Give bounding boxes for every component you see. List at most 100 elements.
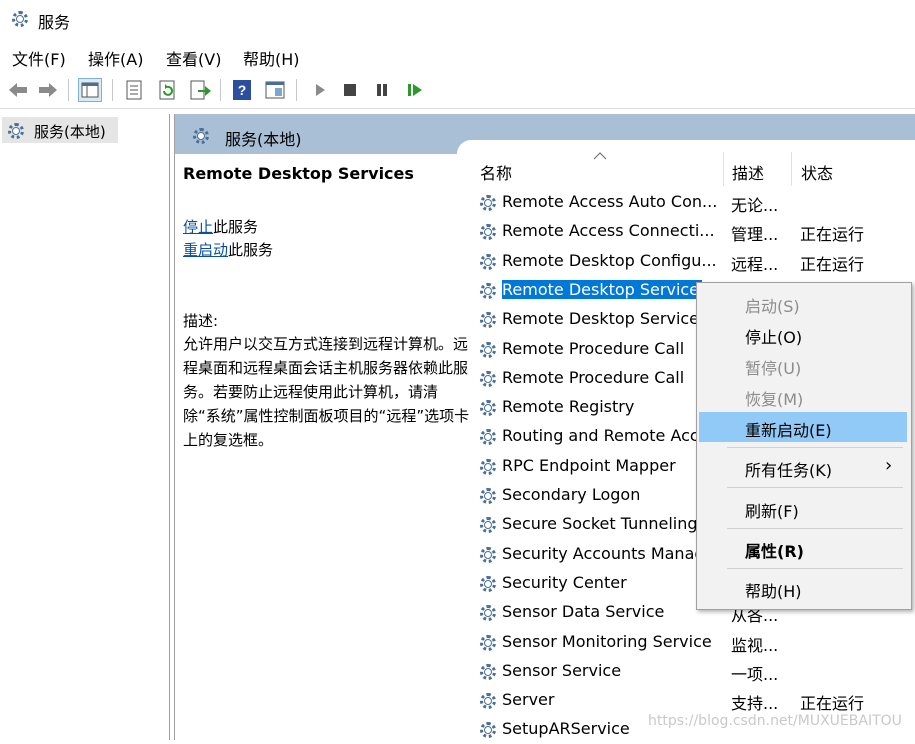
service-gear-icon	[478, 486, 496, 504]
service-row[interactable]: Sensor Monitoring Service 监视...	[474, 629, 915, 657]
help-icon[interactable]: ?	[230, 78, 254, 102]
service-name: Secure Socket Tunneling	[502, 514, 698, 533]
service-name: Remote Procedure Call	[502, 339, 685, 358]
service-gear-icon	[478, 252, 496, 270]
start-icon[interactable]	[308, 78, 332, 102]
service-name: Secondary Logon	[502, 485, 641, 504]
tree-item-services-local[interactable]: 服务(本地)	[2, 117, 118, 143]
menu-view[interactable]: 查看(V)	[166, 46, 221, 70]
properties-icon[interactable]	[122, 78, 146, 102]
menu-item-properties[interactable]: 属性(R)	[699, 533, 907, 563]
service-name: Security Center	[502, 573, 627, 592]
menu-item-label: 帮助(H)	[745, 582, 802, 601]
service-gear-icon	[478, 281, 496, 299]
column-header-name[interactable]: 名称	[480, 160, 512, 184]
service-gear-icon	[478, 340, 496, 358]
service-name: RPC Endpoint Mapper	[502, 456, 676, 475]
menu-item-label: 停止(O)	[745, 328, 803, 347]
back-icon[interactable]	[6, 78, 30, 102]
service-name: Remote Procedure Call	[502, 368, 685, 387]
menu-item-pause[interactable]: 暂停(U)	[699, 350, 907, 380]
column-header-description[interactable]: 描述	[732, 160, 764, 184]
window-title: 服务	[38, 13, 71, 32]
service-gear-icon	[478, 633, 496, 651]
service-gear-icon	[478, 310, 496, 328]
service-name: Remote Desktop Configu...	[502, 251, 717, 270]
menu-item-label: 所有任务(K)	[745, 461, 832, 480]
service-name: Sensor Service	[502, 661, 622, 680]
service-gear-icon	[478, 545, 496, 563]
menu-action[interactable]: 操作(A)	[88, 46, 143, 70]
service-status: 正在运行	[800, 255, 865, 274]
services-gear-icon	[10, 9, 28, 27]
restart-link[interactable]: 重启动	[183, 241, 228, 259]
restart-service-action: 重启动此服务	[183, 239, 273, 260]
restart-icon[interactable]	[403, 78, 427, 102]
service-gear-icon	[478, 427, 496, 445]
service-gear-icon	[478, 457, 496, 475]
service-description: 远程...	[731, 255, 779, 274]
menu-item-label: 恢复(M)	[745, 390, 804, 409]
menu-item-label: 重新启动(E)	[745, 421, 832, 440]
description-label: 描述:	[183, 312, 219, 330]
service-gear-icon	[478, 398, 496, 416]
service-description: 支持...	[731, 694, 779, 713]
menu-item-resume[interactable]: 恢复(M)	[699, 381, 907, 411]
menu-file[interactable]: 文件(F)	[12, 46, 66, 70]
submenu-arrow-icon: ›	[885, 455, 893, 476]
console-tree: 服务(本地)	[0, 114, 170, 740]
service-name: Remote Access Connecti...	[502, 221, 715, 240]
menu-item-help[interactable]: 帮助(H)	[699, 573, 907, 603]
service-row[interactable]: Remote Access Connecti... 管理... 正在运行	[474, 218, 915, 246]
show-hide-tree-icon[interactable]	[78, 78, 102, 102]
pause-icon[interactable]	[370, 78, 394, 102]
stop-service-action: 停止此服务	[183, 216, 258, 237]
service-description: 无论...	[731, 196, 779, 215]
service-name: Remote Desktop Services	[502, 309, 708, 328]
tree-item-label: 服务(本地)	[34, 123, 106, 141]
column-header-status[interactable]: 状态	[801, 160, 833, 184]
menu-item-all-tasks[interactable]: 所有任务(K) ›	[699, 452, 907, 482]
service-name: Security Accounts Manager	[502, 544, 720, 563]
stop-icon[interactable]	[338, 78, 362, 102]
menu-item-restart[interactable]: 重新启动(E)	[699, 412, 907, 442]
service-description: 监视...	[731, 636, 779, 655]
service-row[interactable]: Sensor Service 一项...	[474, 658, 915, 686]
service-row[interactable]: Remote Access Auto Con... 无论...	[474, 189, 915, 217]
stop-link[interactable]: 停止	[183, 218, 213, 236]
menu-item-label: 刷新(F)	[745, 502, 799, 521]
services-gear-icon	[191, 126, 209, 144]
service-name: Server	[502, 690, 555, 709]
export-icon[interactable]	[188, 78, 212, 102]
service-gear-icon	[478, 222, 496, 240]
forward-icon[interactable]	[36, 78, 60, 102]
service-gear-icon	[478, 515, 496, 533]
menu-item-start[interactable]: 启动(S)	[699, 288, 907, 318]
console-icon[interactable]	[263, 78, 287, 102]
service-row[interactable]: Remote Desktop Configu... 远程... 正在运行	[474, 248, 915, 276]
service-row[interactable]: Server 支持... 正在运行	[474, 687, 915, 715]
service-gear-icon	[478, 662, 496, 680]
service-gear-icon	[478, 193, 496, 211]
service-gear-icon	[478, 720, 496, 738]
context-menu: 启动(S) 停止(O) 暂停(U) 恢复(M) 重新启动(E) 所有任务(K) …	[696, 282, 912, 610]
service-gear-icon	[478, 603, 496, 621]
title-bar: 服务	[0, 0, 915, 38]
service-name: Routing and Remote Access	[502, 426, 720, 445]
menu-bar: 文件(F) 操作(A) 查看(V) 帮助(H)	[0, 42, 915, 70]
menu-item-label: 属性(R)	[745, 542, 804, 561]
menu-item-stop[interactable]: 停止(O)	[699, 319, 907, 349]
service-gear-icon	[478, 691, 496, 709]
pane-title: 服务(本地)	[225, 130, 302, 149]
description-text: 允许用户以交互方式连接到远程计算机。远程桌面和远程桌面会话主机服务器依赖此服务。…	[183, 335, 470, 449]
menu-help[interactable]: 帮助(H)	[243, 46, 300, 70]
service-name: Remote Access Auto Con...	[502, 192, 718, 211]
sort-ascending-icon	[593, 152, 607, 160]
watermark: https://blog.csdn.net/MUXUEBAITOU	[648, 713, 902, 729]
service-name: Remote Registry	[502, 397, 635, 416]
restart-suffix: 此服务	[228, 241, 274, 259]
refresh-icon[interactable]	[156, 78, 180, 102]
service-description: 管理...	[731, 225, 779, 244]
service-gear-icon	[478, 369, 496, 387]
menu-item-refresh[interactable]: 刷新(F)	[699, 493, 907, 523]
